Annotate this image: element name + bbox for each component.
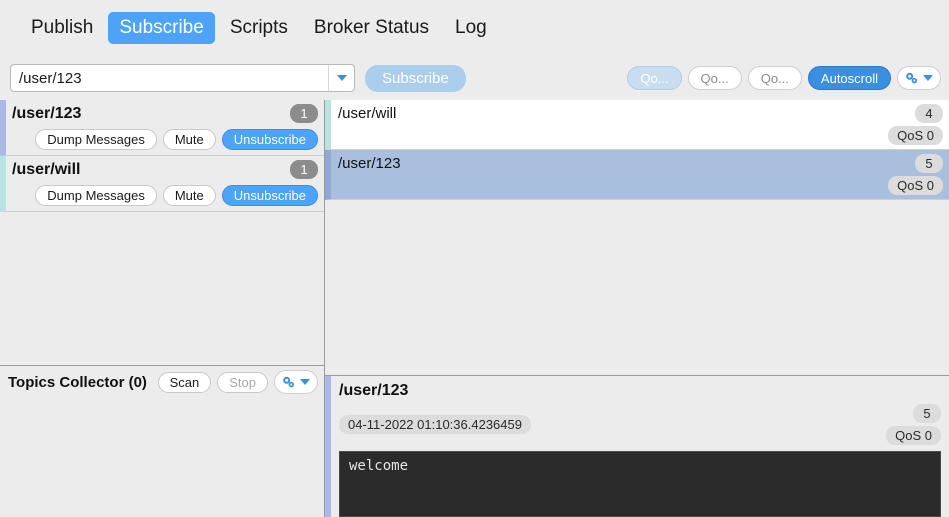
qos-filter-0-button[interactable]: Qo... <box>627 66 682 90</box>
right-panel: /user/will 4 QoS 0/user/123 5 QoS 0 /user/12… <box>325 100 949 517</box>
detail-badges: 5 QoS 0 <box>886 404 941 445</box>
message-count-badge: 5 <box>915 154 943 173</box>
detail-meta-row: 04-11-2022 01:10:36.4236459 5 QoS 0 <box>339 404 941 445</box>
topic-input[interactable]: /user/123 <box>11 70 328 87</box>
unsubscribe-button[interactable]: Unsubscribe <box>221 185 318 206</box>
subscribe-button[interactable]: Subscribe <box>365 64 466 92</box>
message-qos-row: QoS 0 <box>338 126 943 145</box>
message-topic: /user/123 <box>338 155 401 172</box>
unsubscribe-button[interactable]: Unsubscribe <box>221 129 318 150</box>
subscription-topic: /user/123 <box>12 104 82 122</box>
topics-collector-bar: Topics Collector (0) Scan Stop <box>0 365 324 398</box>
message-detail-panel: /user/123 04-11-2022 01:10:36.4236459 5 … <box>325 376 949 517</box>
subscription-count-badge: 1 <box>290 160 318 179</box>
tab-broker-status[interactable]: Broker Status <box>303 12 440 44</box>
message-row[interactable]: /user/123 5 QoS 0 <box>325 150 949 200</box>
message-payload[interactable]: welcome <box>339 451 941 517</box>
qos-filter-2-button[interactable]: Qo... <box>747 66 802 90</box>
message-qos-badge: QoS 0 <box>888 126 943 145</box>
autoscroll-button[interactable]: Autoscroll <box>807 66 891 90</box>
toolbar-right-group: Qo... Qo... Qo... Autoscroll <box>627 56 941 100</box>
subscription-actions: Dump Messages Mute Unsubscribe <box>12 129 318 150</box>
scan-button[interactable]: Scan <box>157 371 212 393</box>
subscription-item[interactable]: /user/123 1 Dump Messages Mute Unsubscribe <box>0 100 324 156</box>
detail-topic: /user/123 <box>339 382 409 399</box>
chevron-down-icon <box>300 379 310 385</box>
left-panel: /user/123 1 Dump Messages Mute Unsubscribe/u… <box>0 100 325 517</box>
mute-button[interactable]: Mute <box>162 129 216 150</box>
message-qos-row: QoS 0 <box>338 176 943 195</box>
subscription-topic: /user/will <box>12 160 81 178</box>
collector-settings-button[interactable] <box>274 370 318 394</box>
message-row[interactable]: /user/will 4 QoS 0 <box>325 100 949 150</box>
subscriptions-list: /user/123 1 Dump Messages Mute Unsubscribe/u… <box>0 100 324 365</box>
subscription-header: /user/will 1 <box>12 160 318 179</box>
main-split: /user/123 1 Dump Messages Mute Unsubscribe/u… <box>0 100 949 517</box>
subscription-item[interactable]: /user/will 1 Dump Messages Mute Unsubscribe <box>0 156 324 212</box>
topic-dropdown-button[interactable] <box>328 65 354 91</box>
gear-icon <box>283 376 295 387</box>
stop-button[interactable]: Stop <box>217 371 268 393</box>
message-header: /user/will 4 <box>338 104 943 123</box>
gear-icon <box>906 72 918 83</box>
dump-messages-button[interactable]: Dump Messages <box>35 129 157 150</box>
subscription-header: /user/123 1 <box>12 104 318 123</box>
subscribe-toolbar: /user/123 Subscribe Qo... Qo... Qo... Au… <box>0 56 949 100</box>
messages-list: /user/will 4 QoS 0/user/123 5 QoS 0 <box>325 100 949 375</box>
tab-scripts[interactable]: Scripts <box>219 12 299 44</box>
tab-bar: Publish Subscribe Scripts Broker Status Log <box>0 0 949 56</box>
message-header: /user/123 5 <box>338 154 943 173</box>
subscription-actions: Dump Messages Mute Unsubscribe <box>12 185 318 206</box>
message-topic: /user/will <box>338 105 397 122</box>
tab-subscribe[interactable]: Subscribe <box>108 12 215 44</box>
detail-timestamp: 04-11-2022 01:10:36.4236459 <box>339 415 531 434</box>
message-count-badge: 4 <box>915 104 943 123</box>
message-qos-badge: QoS 0 <box>888 176 943 195</box>
detail-count-badge: 5 <box>913 404 941 423</box>
tab-log[interactable]: Log <box>444 12 498 44</box>
topics-collector-body <box>0 398 324 517</box>
topic-combobox[interactable]: /user/123 <box>10 64 355 92</box>
chevron-down-icon <box>923 75 933 81</box>
messages-settings-button[interactable] <box>897 66 941 90</box>
chevron-down-icon <box>336 75 347 81</box>
detail-qos-badge: QoS 0 <box>886 426 941 445</box>
qos-filter-1-button[interactable]: Qo... <box>687 66 742 90</box>
dump-messages-button[interactable]: Dump Messages <box>35 185 157 206</box>
mute-button[interactable]: Mute <box>162 185 216 206</box>
tab-publish[interactable]: Publish <box>20 12 104 44</box>
topics-collector-title: Topics Collector (0) <box>8 373 147 391</box>
subscription-count-badge: 1 <box>290 104 318 123</box>
